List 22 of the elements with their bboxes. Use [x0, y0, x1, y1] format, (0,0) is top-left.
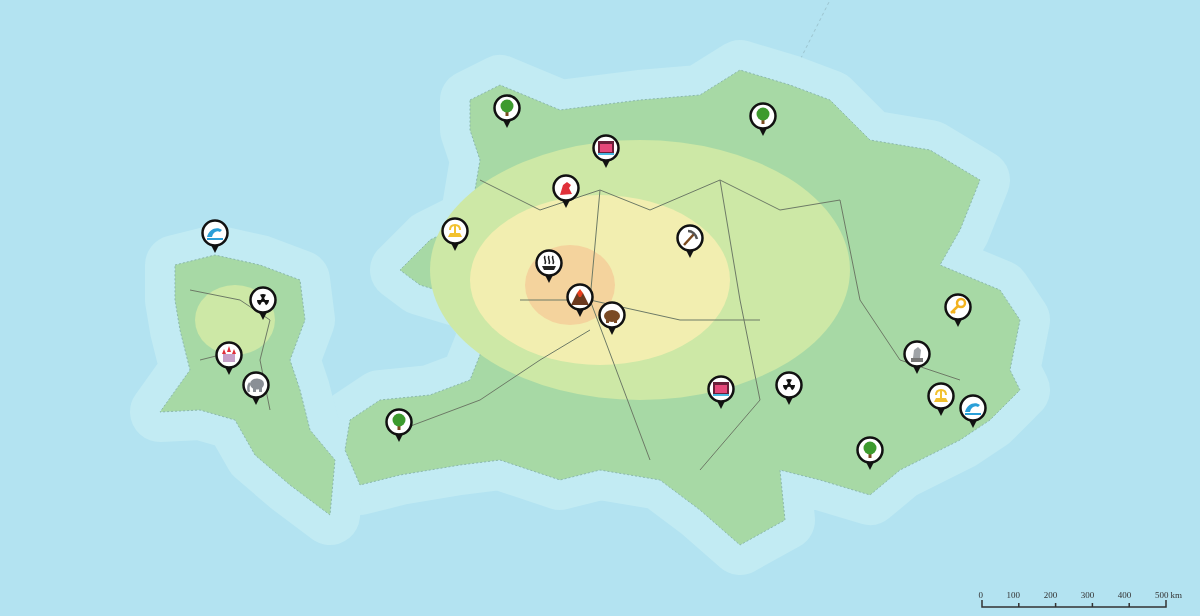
- volcano-marker-icon[interactable]: [566, 283, 594, 318]
- pickaxe-marker-icon[interactable]: [676, 224, 704, 259]
- scale-label: 400: [1117, 590, 1132, 600]
- scale-unit: km: [1170, 590, 1182, 600]
- tree-marker-icon[interactable]: [856, 436, 884, 471]
- scale-label: 200: [1043, 590, 1058, 600]
- tree-marker-icon[interactable]: [493, 94, 521, 129]
- tree-marker-icon[interactable]: [749, 102, 777, 137]
- gate-marker-icon[interactable]: [592, 134, 620, 169]
- radiation-marker-icon[interactable]: [249, 286, 277, 321]
- scale-label: 0: [978, 590, 983, 600]
- tree-marker-icon[interactable]: [385, 408, 413, 443]
- statue-marker-icon[interactable]: [903, 340, 931, 375]
- gate-marker-icon[interactable]: [707, 375, 735, 410]
- elephant-marker-icon[interactable]: [242, 371, 270, 406]
- scale-label: 300: [1080, 590, 1095, 600]
- scale-label: 500: [1154, 590, 1169, 600]
- key-marker-icon[interactable]: [944, 293, 972, 328]
- castle-marker-icon[interactable]: [215, 341, 243, 376]
- hot-spring-marker-icon[interactable]: [535, 249, 563, 284]
- scale-label: 100: [1006, 590, 1021, 600]
- radiation-marker-icon[interactable]: [775, 371, 803, 406]
